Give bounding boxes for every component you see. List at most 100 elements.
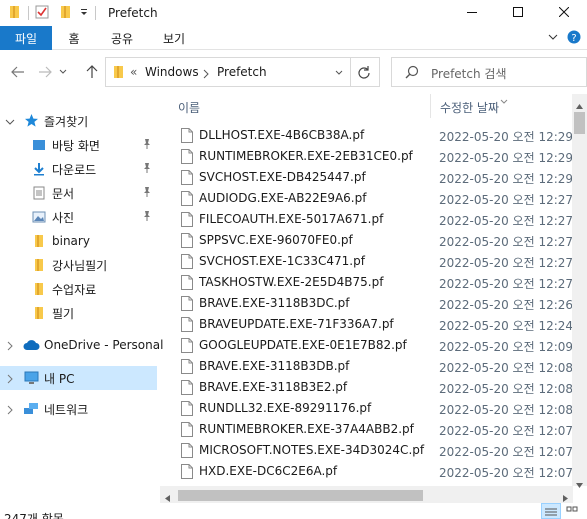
window-title: Prefetch [108,6,158,20]
address-dropdown-button[interactable] [334,67,344,81]
file-row[interactable]: AUDIODG.EXE-AB22E9A6.pf 2022-05-20 오전 12:… [160,188,573,209]
up-button[interactable] [81,62,103,84]
file-name: DLLHOST.EXE-4B6CB38A.pf [199,128,365,142]
sidebar-item-quick-access[interactable]: 즐겨찾기 [0,110,157,132]
search-input[interactable]: Prefetch 검색 [431,65,507,82]
file-row[interactable]: HXD.EXE-DC6C2E6A.pf 2022-05-20 오전 12:07 [160,461,573,482]
file-row[interactable]: BRAVE.EXE-3118B3E2.pf 2022-05-20 오전 12:08 [160,377,573,398]
file-name: SVCHOST.EXE-DB425447.pf [199,170,366,184]
file-row[interactable]: SVCHOST.EXE-1C33C471.pf 2022-05-20 오전 12:… [160,251,573,272]
search-box[interactable]: Prefetch 검색 [391,57,587,87]
sidebar-item-this-pc[interactable]: 내 PC [0,366,157,390]
tab-share[interactable]: 공유 [102,26,142,50]
folder-icon[interactable] [8,5,22,22]
back-button[interactable] [7,62,29,84]
horizontal-scroll-thumb[interactable] [178,490,423,501]
arrow-right-icon [37,64,53,83]
customize-dropdown-icon[interactable] [79,6,89,20]
sidebar-item-label: 문서 [52,186,75,201]
large-icons-view-icon [563,506,581,519]
breadcrumb-prefetch[interactable]: Prefetch [217,65,267,79]
file-name: RUNTIMEBROKER.EXE-2EB31CE0.pf [199,149,413,163]
file-date-modified: 2022-05-20 오전 12:26 [439,298,573,312]
minimize-button[interactable] [449,0,495,26]
refresh-button[interactable] [357,65,371,82]
sidebar-item-label: 내 PC [44,371,75,386]
sidebar-item-binary[interactable]: binary [0,230,157,252]
file-icon [181,317,193,335]
computer-icon [24,371,39,388]
address-bar[interactable]: « Windows Prefetch [105,57,380,87]
chevron-down-icon [58,66,68,80]
file-row[interactable]: MICROSOFT.NOTES.EXE-34D3024C.pf 2022-05-2… [160,440,573,461]
sidebar-item-notes[interactable]: 필기 [0,302,157,324]
chevron-down-icon[interactable] [5,116,15,130]
file-row[interactable]: RUNTIMEBROKER.EXE-2EB31CE0.pf 2022-05-20 … [160,146,573,167]
sidebar-item-pictures[interactable]: 사진 [0,206,157,228]
large-icons-view-button[interactable] [563,503,583,519]
chevron-right-icon[interactable] [5,404,15,418]
file-row[interactable]: TASKHOSTW.EXE-2E5D4B75.pf 2022-05-20 오전 1… [160,272,573,293]
file-date-modified: 2022-05-20 오전 12:29 [439,151,573,165]
file-row[interactable]: BRAVE.EXE-3118B3DB.pf 2022-05-20 오전 12:08 [160,356,573,377]
maximize-button[interactable] [495,0,541,26]
file-icon [181,233,193,251]
recent-locations-button[interactable] [56,62,70,84]
file-row[interactable]: FILECOAUTH.EXE-5017A671.pf 2022-05-20 오전 … [160,209,573,230]
file-row[interactable]: RUNTIMEBROKER.EXE-37A4ABB2.pf 2022-05-20 … [160,419,573,440]
file-row[interactable]: DLLHOST.EXE-4B6CB38A.pf 2022-05-20 오전 12:… [160,125,573,146]
tab-view[interactable]: 보기 [154,26,194,50]
file-name: RUNTIMEBROKER.EXE-37A4ABB2.pf [199,422,414,436]
chevron-right-icon[interactable] [5,373,15,387]
chevron-right-icon[interactable] [5,340,15,354]
file-name: HXD.EXE-DC6C2E6A.pf [199,464,338,478]
ribbon-expand-button[interactable] [545,26,561,50]
column-divider[interactable] [430,94,431,118]
file-icon [181,401,193,419]
file-name: BRAVE.EXE-3118B3DB.pf [199,359,350,373]
file-date-modified: 2022-05-20 오전 12:27 [439,235,573,249]
scroll-down-arrow-icon[interactable] [576,477,583,491]
file-row[interactable]: SVCHOST.EXE-DB425447.pf 2022-05-20 오전 12:… [160,167,573,188]
scroll-up-arrow-icon[interactable] [576,98,583,112]
picture-icon [32,210,46,227]
sidebar-item-desktop[interactable]: 바탕 화면 [0,134,157,156]
maximize-icon [513,6,523,20]
breadcrumb-separator-icon [202,68,210,82]
breadcrumb-overflow[interactable]: « [130,65,137,79]
file-name: MICROSOFT.NOTES.EXE-34D3024C.pf [199,443,425,457]
file-name: SPPSVC.EXE-96070FE0.pf [199,233,353,247]
sidebar-item-documents[interactable]: 문서 [0,182,157,204]
vertical-scroll-thumb[interactable] [574,112,585,134]
column-header-date-modified[interactable]: 수정한 날짜 [440,99,499,116]
file-row[interactable]: BRAVE.EXE-3118B3DC.pf 2022-05-20 오전 12:26 [160,293,573,314]
tab-home[interactable]: 홈 [56,26,92,50]
details-view-button[interactable] [541,503,561,519]
tab-file[interactable]: 파일 [0,26,52,50]
sidebar-item-onedrive[interactable]: OneDrive - Personal [0,334,163,356]
sidebar-item-downloads[interactable]: 다운로드 [0,158,157,180]
network-icon [23,401,39,419]
properties-icon[interactable] [35,5,49,22]
help-button[interactable]: ? [566,26,582,50]
file-date-modified: 2022-05-20 오전 12:08 [439,361,573,375]
file-icon [181,296,193,314]
sidebar-item-network[interactable]: 네트워크 [0,398,157,420]
file-icon [181,275,193,293]
breadcrumb-windows[interactable]: Windows [145,65,199,79]
sidebar-item-class-materials[interactable]: 수업자료 [0,278,157,300]
file-name: SVCHOST.EXE-1C33C471.pf [199,254,365,268]
file-row[interactable]: BRAVEUPDATE.EXE-71F336A7.pf 2022-05-20 오전… [160,314,573,335]
file-row[interactable]: GOOGLEUPDATE.EXE-0E1E7B82.pf 2022-05-20 오… [160,335,573,356]
vertical-scrollbar[interactable] [572,94,587,488]
pin-icon [142,162,152,177]
file-row[interactable]: SPPSVC.EXE-96070FE0.pf 2022-05-20 오전 12:2… [160,230,573,251]
close-button[interactable] [541,0,587,26]
sidebar-item-instructor-notes[interactable]: 강사님필기 [0,254,157,276]
file-icon [181,338,193,356]
new-folder-icon[interactable] [59,5,73,22]
forward-button[interactable] [34,62,56,84]
pin-icon [142,138,152,153]
file-row[interactable]: RUNDLL32.EXE-89291176.pf 2022-05-20 오전 12… [160,398,573,419]
column-header-name[interactable]: 이름 [178,99,200,116]
